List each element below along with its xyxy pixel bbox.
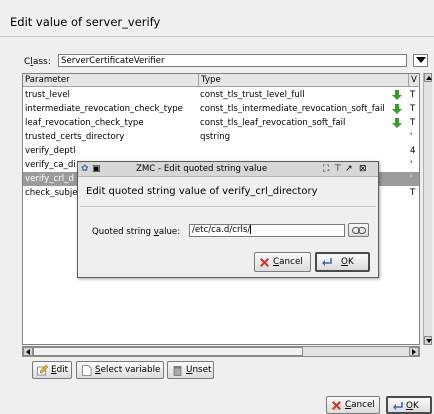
document-icon [82,365,92,376]
check-arrow-icon [393,402,403,410]
value-cell: ' [410,160,413,170]
class-dropdown-button[interactable] [413,54,428,67]
table-row[interactable]: verify_deptl 4 [23,144,419,158]
value-cell: ' [410,132,413,142]
link-icon [352,227,366,234]
param-cell: trusted_certs_directory [25,132,125,142]
dialog-heading: Edit quoted string value of verify_crl_d… [86,186,318,197]
type-cell: const_tls_trust_level_full [200,90,305,100]
param-cell: verify_crl_d [25,174,74,184]
browse-button[interactable] [348,223,369,237]
table-row[interactable]: intermediate_revocation_check_type const… [23,102,419,116]
dialog-title: Edit value of server_verify [10,15,161,29]
column-header-type[interactable]: Type [199,74,409,87]
close-icon[interactable]: ⊠ [359,164,367,174]
class-value: ServerCertificateVerifier [61,56,165,66]
param-cell: verify_deptl [25,146,76,156]
table-row[interactable]: leaf_revocation_check_type const_tls_lea… [23,116,419,130]
scroll-down-arrow-icon[interactable] [424,336,432,345]
value-cell: T [410,90,416,100]
cancel-button[interactable]: Cancel [326,396,380,414]
edit-quoted-string-dialog[interactable]: ✿ ▣ ZMC - Edit quoted string value ⛶ ⊤ ↗… [77,161,379,278]
type-cell: const_tls_intermediate_revocation_soft_f… [200,104,385,114]
value-cell: T [410,104,416,114]
class-label: Class: [24,57,51,67]
dialog-titlebar-title: ZMC - Edit quoted string value [136,164,268,174]
value-cell: 4 [410,146,416,156]
cancel-x-icon [260,258,269,267]
param-cell: leaf_revocation_check_type [25,118,144,128]
column-header-value[interactable]: V [409,74,419,87]
edit-button[interactable]: Edit [32,361,72,379]
scroll-up-arrow-icon[interactable] [424,73,432,82]
dialog-titlebar[interactable]: ✿ ▣ ZMC - Edit quoted string value ⛶ ⊤ ↗… [78,162,378,177]
header-separator [0,36,434,37]
param-cell: verify_ca_di [25,160,76,170]
select-variable-button[interactable]: Select variable [76,361,164,379]
dialog-cancel-button[interactable]: Cancel [254,252,311,272]
trash-icon [173,366,182,376]
param-cell: trust_level [25,90,70,100]
unset-button[interactable]: Unset [167,361,214,379]
maximize-icon[interactable]: ↗ [345,164,353,174]
scroll-right-arrow-icon[interactable] [409,347,419,356]
app-icon: ✿ [81,164,89,174]
value-cell: ' [410,174,413,184]
pin-icon[interactable]: ⊤ [334,164,342,174]
horizontal-scrollbar[interactable] [22,346,420,357]
download-arrow-icon [392,90,402,100]
text-cursor [250,225,252,234]
download-arrow-icon [392,104,402,114]
quoted-string-label: Quoted string value: [92,227,181,237]
scroll-left-arrow-icon[interactable] [23,347,33,356]
quoted-string-input[interactable]: /etc/ca.d/crls/ [189,224,345,237]
type-cell: const_tls_leaf_revocation_soft_fail [200,118,346,128]
dialog-ok-button[interactable]: OK [315,252,370,272]
table-row[interactable]: trust_level const_tls_trust_level_full T [23,88,419,102]
download-arrow-icon [392,118,402,128]
chevron-down-icon [416,57,426,63]
vertical-scrollbar[interactable] [423,73,432,345]
table-row[interactable]: trusted_certs_directory qstring ' [23,130,419,144]
param-cell: intermediate_revocation_check_type [25,104,183,114]
column-header-parameter[interactable]: Parameter [23,74,199,87]
window-icon: ▣ [92,164,101,174]
pencil-icon [37,365,48,376]
ok-button[interactable]: OK [386,396,432,414]
value-cell: T [410,118,416,128]
type-cell: qstring [200,132,231,142]
fullscreen-icon[interactable]: ⛶ [323,164,329,174]
value-cell: T [410,188,416,198]
class-combobox[interactable]: ServerCertificateVerifier [58,54,407,67]
dialog-separator [80,206,376,207]
param-cell: check_subje [25,188,78,198]
check-arrow-icon [322,258,332,266]
cancel-x-icon [332,401,341,410]
scrollbar-thumb[interactable] [33,347,303,356]
